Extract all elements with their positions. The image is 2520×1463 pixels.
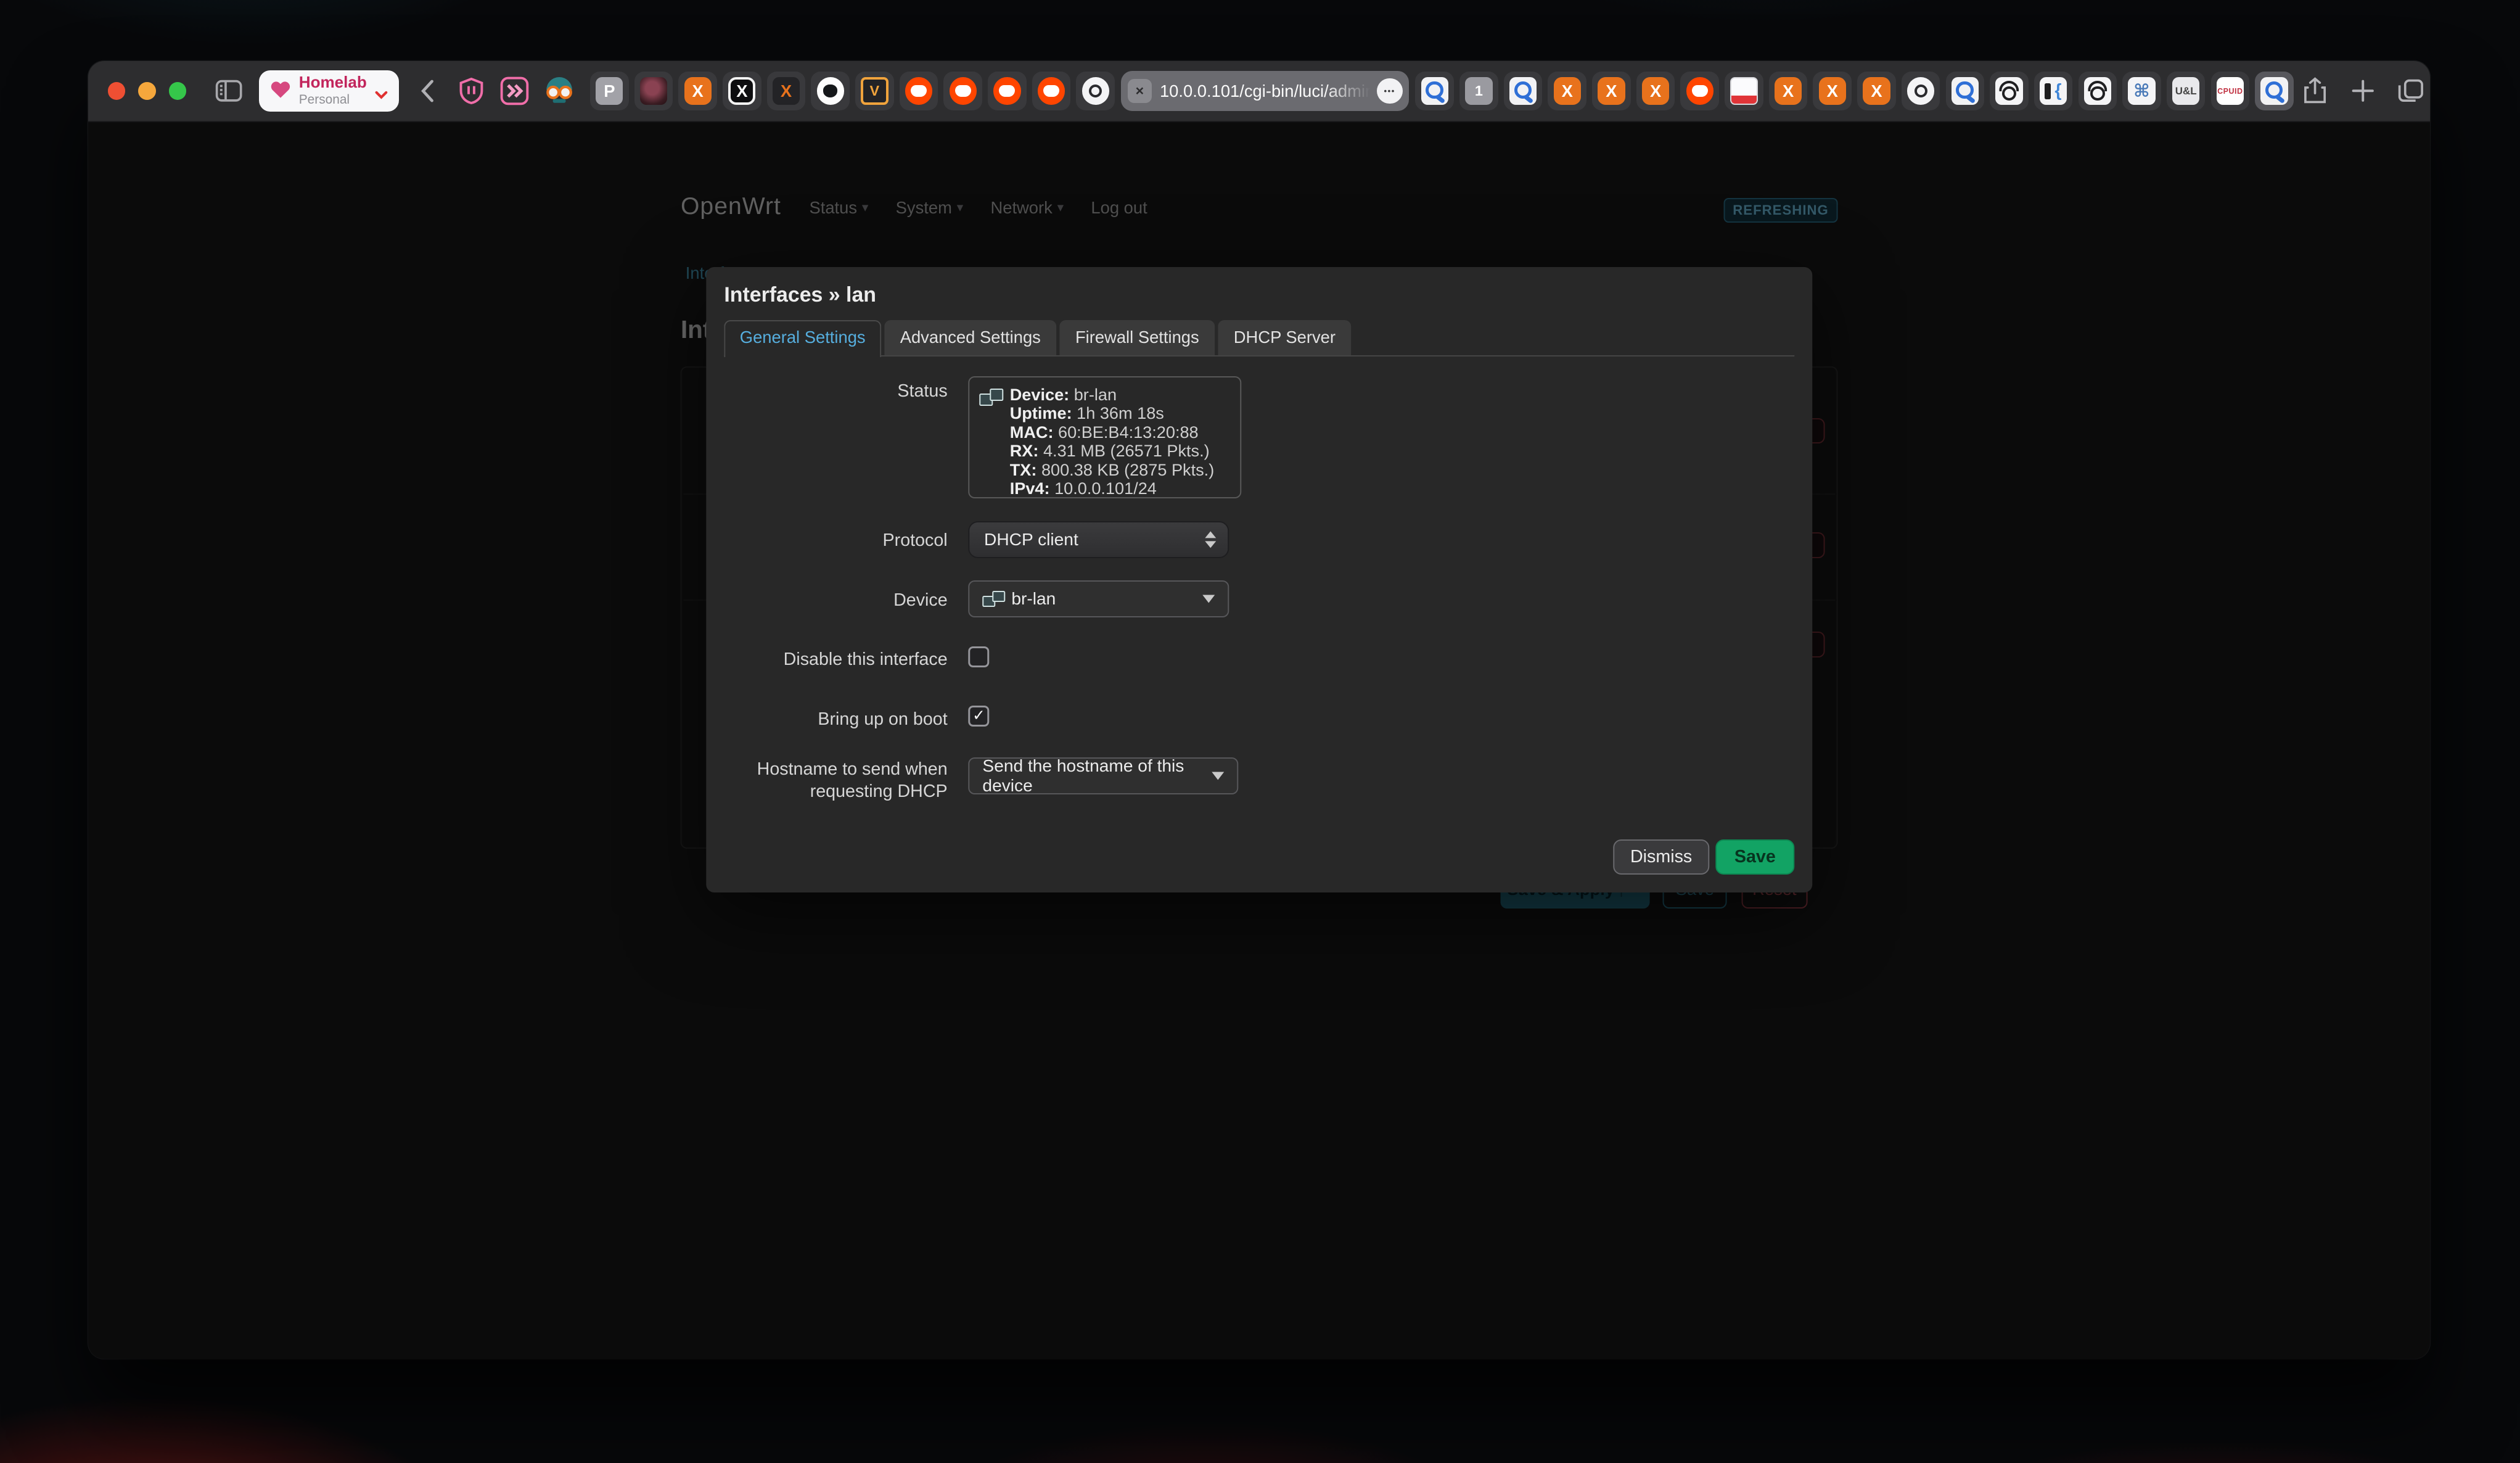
bridge-icon: [979, 389, 1003, 406]
pinned-tabs-right: 1 X X X: [1415, 72, 2293, 110]
protocol-select[interactable]: DHCP client: [969, 521, 1229, 558]
check-icon: ✓: [972, 709, 985, 724]
command-favicon[interactable]: ⌘: [2122, 72, 2161, 110]
protocol-label: Protocol: [711, 530, 947, 551]
profile-switcher[interactable]: Homelab Personal: [259, 70, 399, 112]
hostname-dropdown[interactable]: Send the hostname of this device: [969, 757, 1239, 794]
interface-edit-modal: Interfaces » lan General Settings Advanc…: [707, 267, 1812, 892]
x-dark-favicon[interactable]: X: [767, 72, 806, 110]
device-label: Device: [711, 590, 947, 611]
dismiss-button[interactable]: Dismiss: [1613, 839, 1709, 875]
bridge-icon: [982, 591, 1004, 607]
status-line: Uptime: 1h 36m 18s: [1010, 404, 1231, 423]
x-orange-favicon[interactable]: X: [1857, 72, 1896, 110]
url-text: 10.0.0.101/cgi-bin/luci/admin: [1160, 81, 1377, 101]
x-orange-favicon[interactable]: X: [1548, 72, 1586, 110]
protocol-value: DHCP client: [984, 530, 1078, 550]
extensions-menu-button[interactable]: •••: [1377, 78, 1403, 104]
chevron-down-icon: [1212, 772, 1225, 780]
search-favicon[interactable]: [1415, 72, 1454, 110]
DHCP Server[interactable]: DHCP Server: [1218, 320, 1351, 355]
close-tab-icon[interactable]: ×: [1128, 79, 1152, 103]
profile-name: Homelab: [299, 74, 367, 90]
vaultwarden-favicon[interactable]: V: [855, 72, 894, 110]
chevron-down-icon: [375, 76, 388, 106]
device-dropdown[interactable]: br-lan: [969, 580, 1229, 617]
p-favicon[interactable]: P: [590, 72, 629, 110]
tab-overview-button[interactable]: [2398, 79, 2424, 103]
search-favicon[interactable]: [1946, 72, 1985, 110]
reddit-favicon[interactable]: [1032, 72, 1071, 110]
status-label: Status: [711, 381, 947, 402]
device-value: br-lan: [1011, 589, 1056, 609]
zoom-window-button[interactable]: [169, 82, 187, 100]
reddit-favicon[interactable]: [900, 72, 938, 110]
minimize-window-button[interactable]: [138, 82, 156, 100]
unix-linux-favicon[interactable]: U&L: [2167, 72, 2206, 110]
one-favicon[interactable]: 1: [1459, 72, 1498, 110]
close-window-button[interactable]: [108, 82, 126, 100]
x-orange-favicon[interactable]: X: [1592, 72, 1631, 110]
heart-icon: [270, 76, 291, 106]
goggles-extension-icon[interactable]: [543, 77, 575, 104]
shield-pause-extension-icon[interactable]: [457, 76, 486, 105]
browser-window: Homelab Personal: [88, 61, 2430, 1359]
x-black-favicon[interactable]: X: [723, 72, 761, 110]
x-orange-favicon[interactable]: X: [1636, 72, 1675, 110]
reddit-favicon[interactable]: [1680, 72, 1719, 110]
disable-interface-label: Disable this interface: [711, 649, 947, 670]
cpuid-favicon[interactable]: CPUID: [2211, 72, 2250, 110]
window-controls: [108, 82, 187, 100]
door-brace-favicon[interactable]: {: [2034, 72, 2073, 110]
disable-interface-checkbox[interactable]: [969, 646, 990, 667]
bring-up-on-boot-label: Bring up on boot: [711, 709, 947, 730]
bring-up-on-boot-checkbox[interactable]: ✓: [969, 706, 990, 727]
status-line: MAC: 60:BE:B4:13:20:88: [1010, 423, 1231, 442]
status-line: RX: 4.31 MB (26571 Pkts.): [1010, 442, 1231, 461]
pinned-tabs-left: P X X X: [590, 72, 1115, 110]
General Settings[interactable]: General Settings: [724, 320, 881, 357]
save-button[interactable]: Save: [1715, 839, 1794, 875]
hostname-value: Send the hostname of this device: [982, 756, 1224, 796]
modal-title: Interfaces » lan: [724, 283, 876, 307]
back-button[interactable]: [420, 79, 434, 103]
chevron-down-icon: [1202, 595, 1215, 603]
browser-toolbar: Homelab Personal: [88, 61, 2430, 122]
profile-subtitle: Personal: [299, 92, 367, 108]
search-favicon[interactable]: [1504, 72, 1543, 110]
status-lines: Device: br-lan Uptime: 1h 36m 18s MAC: 6…: [979, 385, 1231, 498]
status-line: Device: br-lan: [1010, 385, 1231, 405]
screenshot-favicon[interactable]: [1725, 72, 1763, 110]
router-favicon[interactable]: [2079, 72, 2117, 110]
select-spinner-icon: [1205, 531, 1217, 548]
Firewall Settings[interactable]: Firewall Settings: [1060, 320, 1215, 355]
double-chevron-extension-icon[interactable]: [500, 76, 529, 105]
share-button[interactable]: [2303, 77, 2327, 104]
hostname-label: Hostname to send when requesting DHCP: [711, 759, 947, 802]
reddit-favicon[interactable]: [943, 72, 982, 110]
radio-favicon[interactable]: [1076, 72, 1115, 110]
sidebar-toggle-icon[interactable]: [215, 80, 242, 102]
modal-tabs: General Settings Advanced Settings Firew…: [724, 320, 1794, 356]
ellipsis-icon: •••: [1384, 86, 1395, 96]
status-line: TX: 800.38 KB (2875 Pkts.): [1010, 461, 1231, 480]
x-orange-favicon[interactable]: X: [678, 72, 717, 110]
reddit-favicon[interactable]: [988, 72, 1027, 110]
address-bar[interactable]: × 10.0.0.101/cgi-bin/luci/admin •••: [1121, 71, 1409, 111]
github-favicon[interactable]: [811, 72, 850, 110]
search-favicon[interactable]: [2255, 72, 2294, 110]
status-line: IPv4: 10.0.0.101/24: [1010, 479, 1231, 498]
page-viewport: OpenWrt Status ▾ System ▾ Network: [88, 122, 2430, 1359]
Advanced Settings[interactable]: Advanced Settings: [884, 320, 1056, 355]
new-tab-button[interactable]: [2352, 80, 2374, 102]
dragon-favicon[interactable]: [634, 72, 673, 110]
router-favicon[interactable]: [1990, 72, 2029, 110]
status-box: Device: br-lan Uptime: 1h 36m 18s MAC: 6…: [969, 376, 1242, 498]
radio-favicon[interactable]: [1902, 72, 1940, 110]
x-orange-favicon[interactable]: X: [1813, 72, 1852, 110]
x-orange-favicon[interactable]: X: [1769, 72, 1808, 110]
